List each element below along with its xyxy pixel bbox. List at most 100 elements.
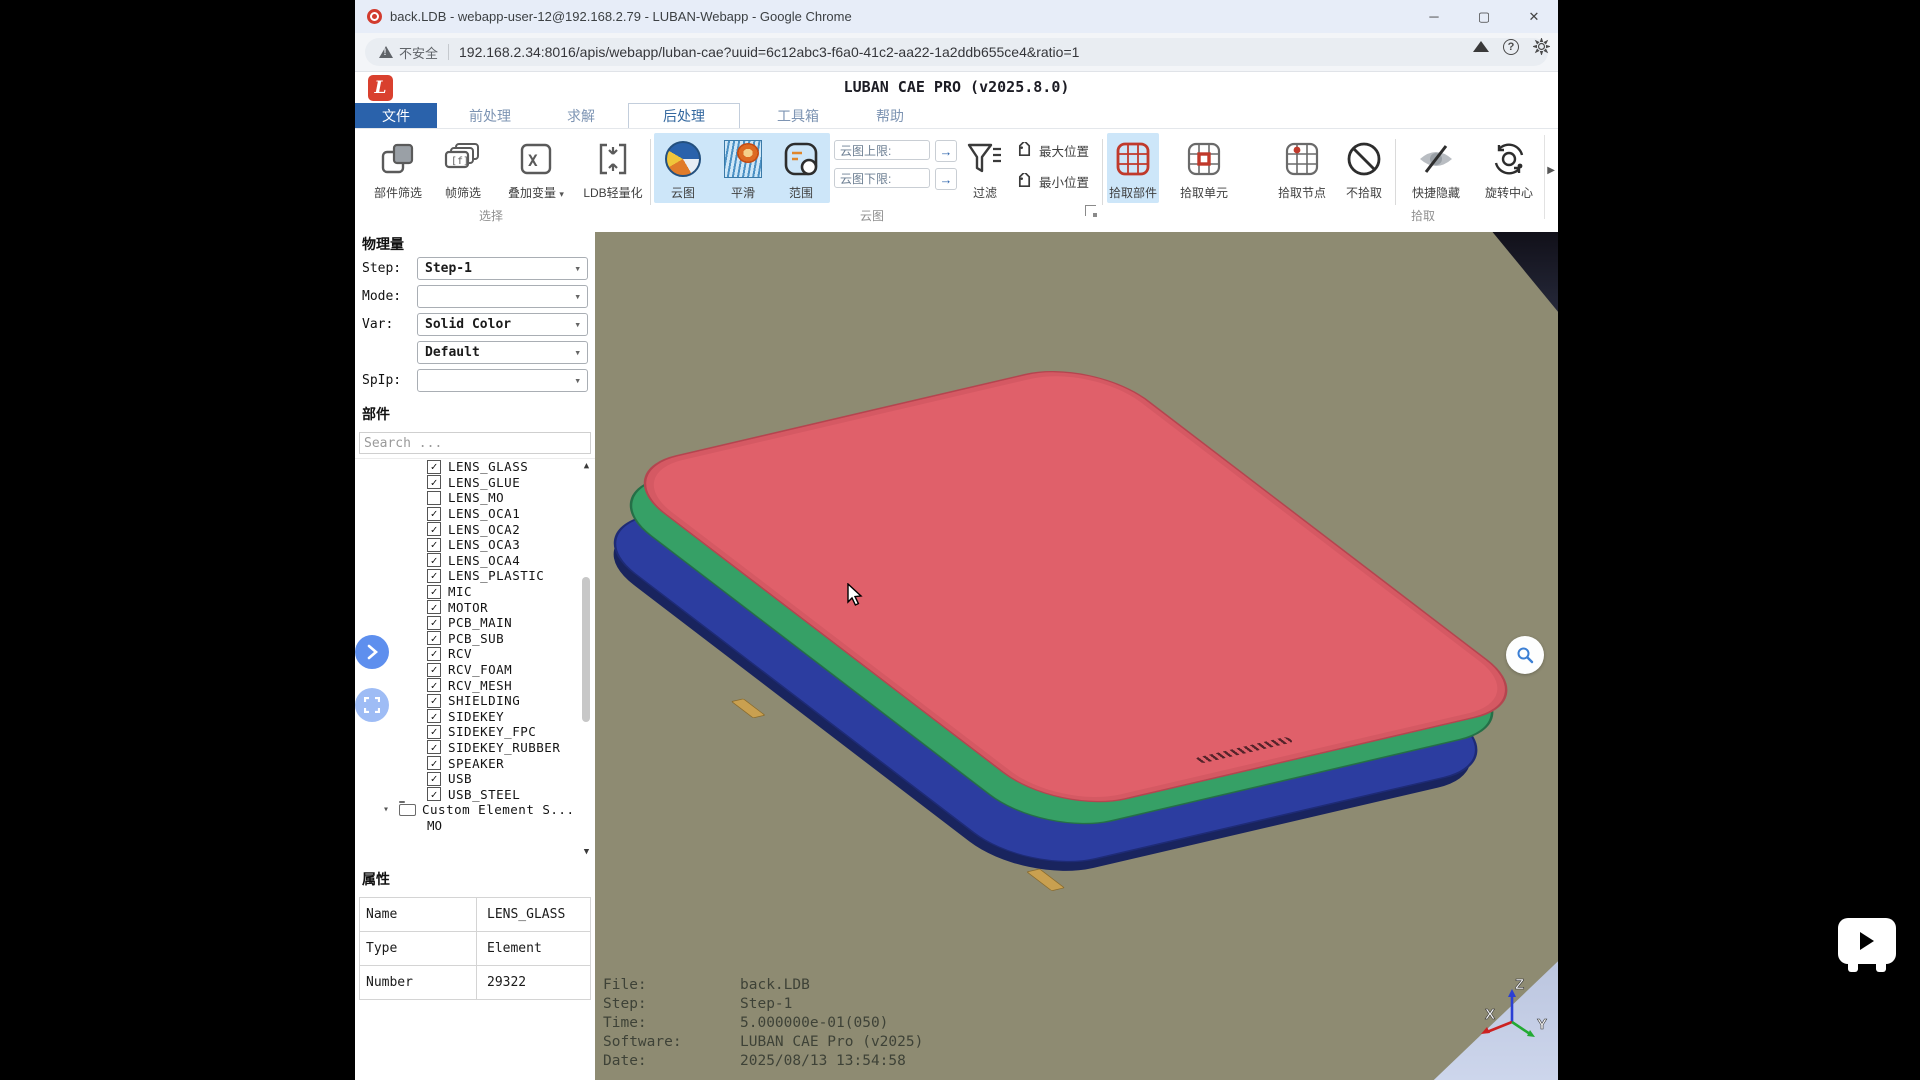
part-row[interactable]: ✓USB	[355, 771, 595, 787]
omnibox[interactable]: 不安全 192.168.2.34:8016/apis/webapp/luban-…	[365, 38, 1548, 66]
minimize-button[interactable]: ─	[1426, 9, 1442, 24]
part-row[interactable]: ✓MOTOR	[355, 599, 595, 615]
tree-caret-icon[interactable]: ▾	[383, 804, 399, 815]
part-row[interactable]: ✓USB_STEEL	[355, 786, 595, 802]
part-row[interactable]: ✓SIDEKEY	[355, 709, 595, 725]
part-checkbox[interactable]: ✓	[427, 585, 441, 599]
url-text[interactable]: 192.168.2.34:8016/apis/webapp/luban-cae?…	[459, 44, 1079, 60]
tab-toolbox[interactable]: 工具箱	[763, 103, 833, 128]
pick-element-button[interactable]: 拾取单元	[1174, 137, 1234, 201]
part-checkbox[interactable]: ✓	[427, 740, 441, 754]
form-select[interactable]	[417, 285, 588, 308]
part-row[interactable]: ✓SPEAKER	[355, 755, 595, 771]
form-select[interactable]: Step-1	[417, 257, 588, 280]
part-checkbox[interactable]: ✓	[427, 522, 441, 536]
scroll-down-icon[interactable]: ▼	[580, 847, 593, 859]
part-checkbox[interactable]: ✓	[427, 663, 441, 677]
frame-filter-button[interactable]: [f] 帧筛选	[431, 137, 495, 201]
max-position-button[interactable]: 最大位置	[1016, 141, 1089, 160]
part-row[interactable]: ✓LENS_PLASTIC	[355, 568, 595, 584]
part-row[interactable]: ✓SIDEKEY_RUBBER	[355, 740, 595, 756]
fullscreen-button[interactable]	[355, 688, 389, 722]
quick-hide-button[interactable]: 快捷隐藏	[1403, 137, 1469, 201]
part-row[interactable]: ✓LENS_OCA2	[355, 521, 595, 537]
range-button[interactable]: 范围	[773, 137, 829, 201]
min-position-button[interactable]: 最小位置	[1016, 172, 1089, 191]
parts-search-input[interactable]: Search ...	[359, 432, 591, 454]
panel-expand-button[interactable]	[355, 635, 389, 669]
scroll-up-icon[interactable]: ▲	[580, 461, 593, 473]
part-checkbox[interactable]: ✓	[427, 460, 441, 474]
contour-upper-input[interactable]: 云图上限:	[834, 140, 930, 160]
contour-button[interactable]: 云图	[655, 137, 711, 201]
smooth-button[interactable]: 平滑	[715, 137, 771, 201]
part-checkbox[interactable]	[427, 491, 441, 505]
settings-gear-icon[interactable]	[1533, 38, 1550, 55]
part-row[interactable]: ✓RCV_MESH	[355, 677, 595, 693]
part-checkbox[interactable]: ✓	[427, 600, 441, 614]
part-checkbox[interactable]: ✓	[427, 553, 441, 567]
part-row[interactable]: ✓LENS_OCA3	[355, 537, 595, 553]
part-checkbox[interactable]: ✓	[427, 616, 441, 630]
no-pick-button[interactable]: 不拾取	[1334, 137, 1394, 201]
form-select[interactable]: Solid Color	[417, 313, 588, 336]
part-checkbox[interactable]: ✓	[427, 507, 441, 521]
security-warning-label[interactable]: 不安全	[399, 43, 438, 62]
tab-pre[interactable]: 前处理	[455, 103, 525, 128]
part-row[interactable]: ✓PCB_MAIN	[355, 615, 595, 631]
close-button[interactable]: ✕	[1526, 9, 1542, 25]
parts-scrollbar[interactable]: ▲ ▼	[580, 459, 593, 861]
ribbon-overflow-arrow[interactable]: ▶	[1547, 165, 1555, 176]
part-checkbox[interactable]: ✓	[427, 787, 441, 801]
part-row[interactable]: ✓MIC	[355, 584, 595, 600]
part-checkbox[interactable]: ✓	[427, 678, 441, 692]
tab-post[interactable]: 后处理	[628, 103, 740, 128]
part-row[interactable]: ✓RCV_FOAM	[355, 662, 595, 678]
contour-dialog-launcher[interactable]	[1085, 205, 1096, 216]
part-checkbox[interactable]: ✓	[427, 709, 441, 723]
part-row[interactable]: ✓LENS_OCA4	[355, 553, 595, 569]
form-select[interactable]	[417, 369, 588, 392]
part-row[interactable]: ✓RCV	[355, 646, 595, 662]
tab-file[interactable]: 文件	[355, 103, 437, 128]
ldb-lightweight-button[interactable]: LDB轻量化	[577, 137, 649, 201]
part-checkbox[interactable]: ✓	[427, 725, 441, 739]
pick-part-button[interactable]: 拾取部件	[1103, 137, 1163, 201]
scroll-thumb[interactable]	[582, 577, 590, 722]
part-checkbox[interactable]: ✓	[427, 569, 441, 583]
part-checkbox[interactable]: ✓	[427, 694, 441, 708]
pick-node-button[interactable]: 拾取节点	[1272, 137, 1332, 201]
security-warning-icon[interactable]	[379, 46, 393, 58]
rotate-center-button[interactable]: 旋转中心	[1476, 137, 1542, 201]
part-label: SIDEKEY_FPC	[448, 724, 536, 739]
part-row[interactable]: LENS_MO	[355, 490, 595, 506]
collapse-ribbon-icon[interactable]	[1472, 38, 1489, 55]
part-checkbox[interactable]: ✓	[427, 475, 441, 489]
tab-help[interactable]: 帮助	[860, 103, 920, 128]
part-row[interactable]: ✓ SIDEKEY_FPC	[355, 724, 595, 740]
contour-upper-apply-button[interactable]: →	[935, 140, 957, 162]
part-row[interactable]: ✓LENS_OCA1	[355, 506, 595, 522]
part-row[interactable]: ✓PCB_SUB	[355, 631, 595, 647]
part-checkbox[interactable]: ✓	[427, 756, 441, 770]
overlay-variable-button[interactable]: X 叠加变量 ▾	[501, 137, 571, 201]
tree-folder-row[interactable]: ▾ Custom Element S...	[355, 802, 595, 818]
part-row[interactable]: ✓LENS_GLASS	[355, 459, 595, 475]
zoom-search-button[interactable]	[1506, 636, 1544, 674]
tree-child-row[interactable]: MO	[355, 818, 595, 834]
part-checkbox[interactable]: ✓	[427, 772, 441, 786]
filter-button[interactable]: 过滤	[960, 137, 1010, 201]
maximize-button[interactable]: ▢	[1476, 9, 1492, 25]
contour-lower-apply-button[interactable]: →	[935, 168, 957, 190]
part-checkbox[interactable]: ✓	[427, 647, 441, 661]
part-row[interactable]: ✓LENS_GLUE	[355, 475, 595, 491]
part-checkbox[interactable]: ✓	[427, 631, 441, 645]
tab-solve[interactable]: 求解	[551, 103, 611, 128]
form-select[interactable]: Default	[417, 341, 588, 364]
viewport-3d[interactable]: File:back.LDBStep:Step-1Time:5.000000e-0…	[595, 232, 1558, 1080]
contour-lower-input[interactable]: 云图下限:	[834, 168, 930, 188]
part-filter-button[interactable]: 部件筛选	[366, 137, 430, 201]
part-row[interactable]: ✓SHIELDING	[355, 693, 595, 709]
part-checkbox[interactable]: ✓	[427, 538, 441, 552]
help-icon[interactable]: ?	[1503, 39, 1519, 55]
